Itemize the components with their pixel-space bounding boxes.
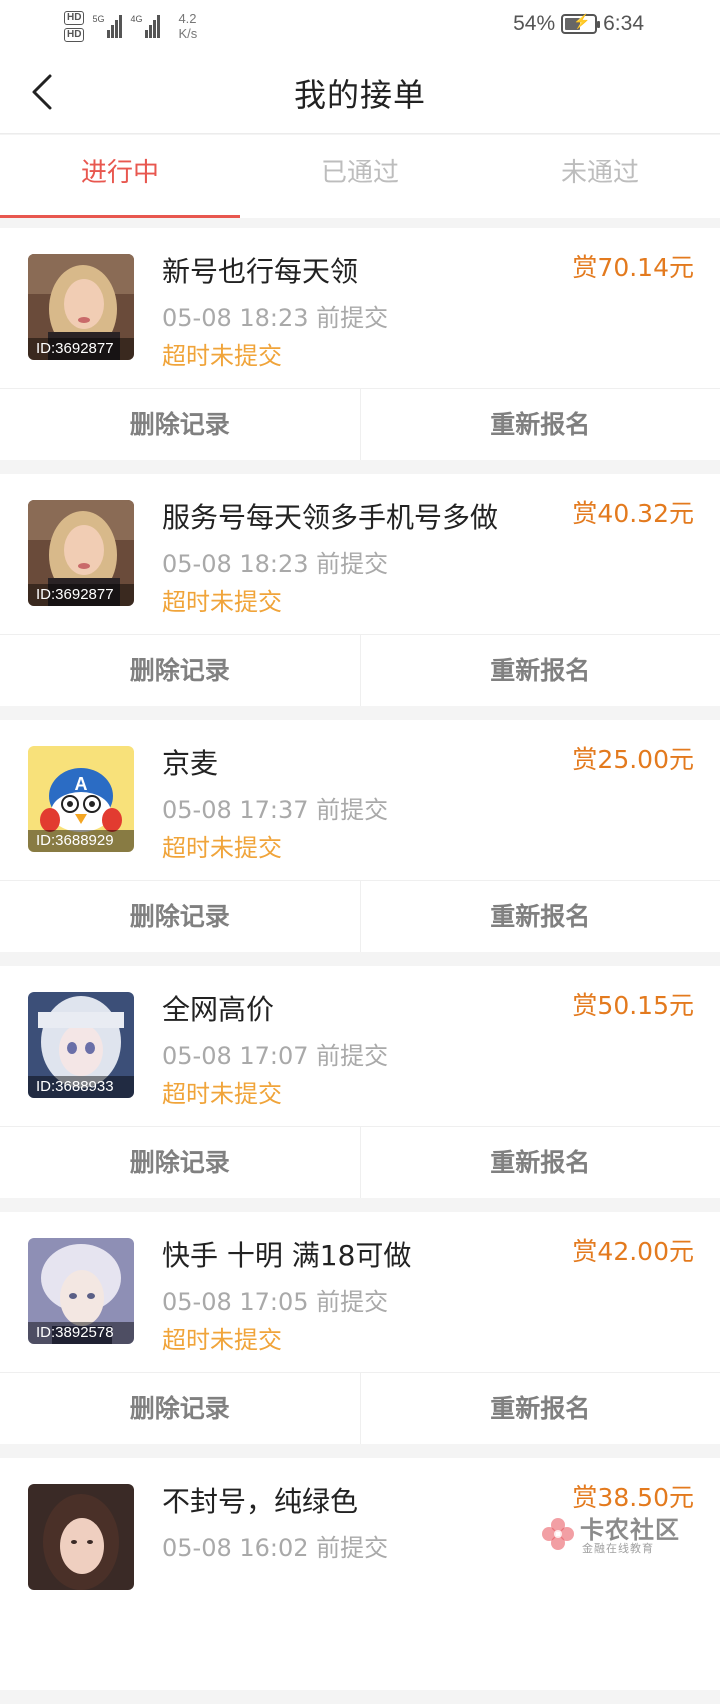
task-title: 京麦 xyxy=(162,742,218,782)
order-card-body[interactable]: ID:3692877 服务号每天领多手机号多做 05-08 18:23 前提交 … xyxy=(0,474,720,634)
card-actions: 删除记录 重新报名 xyxy=(0,1126,720,1198)
avatar: ID:3688933 xyxy=(28,992,134,1098)
delete-record-button[interactable]: 删除记录 xyxy=(0,389,360,460)
reapply-button[interactable]: 重新报名 xyxy=(360,1373,720,1444)
status-right: 54% ⚡ 6:34 xyxy=(513,12,644,36)
card-actions: 删除记录 重新报名 xyxy=(0,880,720,952)
avatar xyxy=(28,1484,134,1590)
status-left: HD HD 5G 4G 4.2 K/s xyxy=(64,6,197,46)
signal-5g-icon: 5G xyxy=(92,14,122,38)
network-speed: 4.2 K/s xyxy=(178,11,197,41)
avatar-id-label: ID:3692877 xyxy=(28,584,134,606)
task-status: 超时未提交 xyxy=(162,336,282,371)
nav-bar: 我的接单 xyxy=(0,50,720,134)
delete-record-button[interactable]: 删除记录 xyxy=(0,1373,360,1444)
watermark: 卡农社区 金融在线教育 xyxy=(540,1510,710,1560)
avatar-girl-portrait-icon xyxy=(28,1484,134,1590)
task-deadline: 05-08 17:05 前提交 xyxy=(162,1282,388,1317)
task-reward: 赏70.14元 xyxy=(572,248,694,284)
task-title: 服务号每天领多手机号多做 xyxy=(162,496,498,536)
order-card: A ID:3688929 京麦 05-08 17:37 前提交 超时未提交 赏2… xyxy=(0,720,720,952)
charging-bolt-icon: ⚡ xyxy=(573,13,590,30)
avatar: ID:3892578 xyxy=(28,1238,134,1344)
order-card: ID:3692877 新号也行每天领 05-08 18:23 前提交 超时未提交… xyxy=(0,228,720,460)
task-deadline: 05-08 16:02 前提交 xyxy=(162,1528,388,1563)
delete-record-button[interactable]: 删除记录 xyxy=(0,635,360,706)
avatar-id-label: ID:3892578 xyxy=(28,1322,134,1344)
task-reward: 赏50.15元 xyxy=(572,986,694,1022)
task-title: 新号也行每天领 xyxy=(162,250,358,290)
speed-unit: K/s xyxy=(178,26,197,41)
task-title: 不封号，纯绿色 xyxy=(162,1480,358,1520)
page-title: 我的接单 xyxy=(0,70,720,116)
hd-indicators: HD HD xyxy=(64,11,84,42)
task-reward: 赏42.00元 xyxy=(572,1232,694,1268)
delete-record-button[interactable]: 删除记录 xyxy=(0,881,360,952)
card-actions: 删除记录 重新报名 xyxy=(0,1372,720,1444)
avatar-id-label: ID:3692877 xyxy=(28,338,134,360)
task-title: 全网高价 xyxy=(162,988,274,1028)
task-deadline: 05-08 18:23 前提交 xyxy=(162,544,388,579)
task-reward: 赏25.00元 xyxy=(572,740,694,776)
order-card-body[interactable]: ID:3688933 全网高价 05-08 17:07 前提交 超时未提交 赏5… xyxy=(0,966,720,1126)
task-title: 快手 十明 满18可做 xyxy=(162,1234,411,1274)
order-card-body[interactable]: ID:3692877 新号也行每天领 05-08 18:23 前提交 超时未提交… xyxy=(0,228,720,388)
task-deadline: 05-08 17:37 前提交 xyxy=(162,790,388,825)
card-actions: 删除记录 重新报名 xyxy=(0,634,720,706)
hd-badge-1: HD xyxy=(64,11,84,25)
avatar: ID:3692877 xyxy=(28,500,134,606)
reapply-button[interactable]: 重新报名 xyxy=(360,635,720,706)
flower-logo-icon xyxy=(540,1516,576,1552)
hd-badge-2: HD xyxy=(64,28,84,42)
clock: 6:34 xyxy=(603,12,644,36)
speed-value: 4.2 xyxy=(178,11,197,26)
task-status: 超时未提交 xyxy=(162,828,282,863)
task-reward: 赏38.50元 xyxy=(572,1478,694,1514)
battery-percent: 54% xyxy=(513,12,555,36)
order-card: ID:3692877 服务号每天领多手机号多做 05-08 18:23 前提交 … xyxy=(0,474,720,706)
order-card-body[interactable]: A ID:3688929 京麦 05-08 17:37 前提交 超时未提交 赏2… xyxy=(0,720,720,880)
signal-5g-label: 5G xyxy=(92,14,104,24)
avatar: ID:3692877 xyxy=(28,254,134,360)
task-status: 超时未提交 xyxy=(162,1320,282,1355)
order-card-body[interactable]: ID:3892578 快手 十明 满18可做 05-08 17:05 前提交 超… xyxy=(0,1212,720,1372)
delete-record-button[interactable]: 删除记录 xyxy=(0,1127,360,1198)
tab-bar: 进行中 已通过 未通过 xyxy=(0,135,720,218)
order-list: ID:3692877 新号也行每天领 05-08 18:23 前提交 超时未提交… xyxy=(0,228,720,1704)
task-status: 超时未提交 xyxy=(162,1074,282,1109)
task-deadline: 05-08 18:23 前提交 xyxy=(162,298,388,333)
status-bar: HD HD 5G 4G 4.2 K/s 54% ⚡ 6:34 xyxy=(0,0,720,50)
svg-text:A: A xyxy=(75,774,88,794)
avatar-id-label: ID:3688933 xyxy=(28,1076,134,1098)
task-status: 超时未提交 xyxy=(162,582,282,617)
avatar: A ID:3688929 xyxy=(28,746,134,852)
reapply-button[interactable]: 重新报名 xyxy=(360,1127,720,1198)
reapply-button[interactable]: 重新报名 xyxy=(360,389,720,460)
reapply-button[interactable]: 重新报名 xyxy=(360,881,720,952)
signal-4g-label: 4G xyxy=(130,14,142,24)
avatar-id-label: ID:3688929 xyxy=(28,830,134,852)
task-deadline: 05-08 17:07 前提交 xyxy=(162,1036,388,1071)
task-reward: 赏40.32元 xyxy=(572,494,694,530)
battery-icon: ⚡ xyxy=(561,14,597,34)
order-card: ID:3892578 快手 十明 满18可做 05-08 17:05 前提交 超… xyxy=(0,1212,720,1444)
tab-passed[interactable]: 已通过 xyxy=(240,135,480,218)
order-card: ID:3688933 全网高价 05-08 17:07 前提交 超时未提交 赏5… xyxy=(0,966,720,1198)
card-actions: 删除记录 重新报名 xyxy=(0,388,720,460)
order-card: 不封号，纯绿色 05-08 16:02 前提交 赏38.50元 xyxy=(0,1458,720,1690)
tab-in-progress[interactable]: 进行中 xyxy=(0,135,240,218)
signal-4g-icon: 4G xyxy=(130,14,160,38)
watermark-subtext: 金融在线教育 xyxy=(582,1540,654,1556)
tab-failed[interactable]: 未通过 xyxy=(480,135,720,218)
